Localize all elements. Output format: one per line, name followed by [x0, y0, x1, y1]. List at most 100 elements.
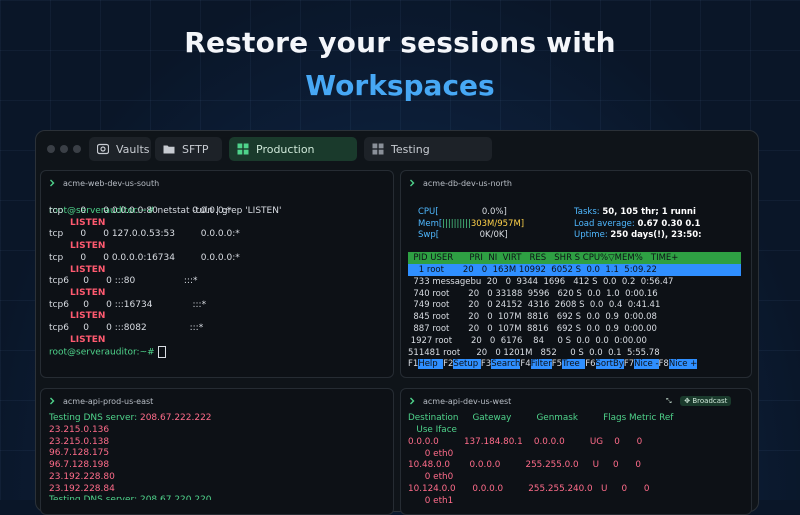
- grid-icon: [372, 143, 384, 155]
- htop-process-row[interactable]: 511481 root 20 0 1201M 852 0 S 0.0 0.1 5…: [408, 347, 741, 359]
- window-minimize-button[interactable]: [60, 145, 68, 153]
- route-header-line: Destination Gateway Genmask Flags Metric…: [408, 413, 674, 423]
- pane-title: acme-db-dev-us-north: [423, 179, 512, 188]
- uptime-label: Uptime:: [574, 230, 611, 241]
- htop-process-row[interactable]: 845 root 20 0 107M 8816 692 S 0.0 0.9 0:…: [408, 311, 741, 323]
- pane-title: acme-api-prod-us-east: [63, 397, 154, 406]
- route-iface: 0 eth1: [408, 495, 454, 506]
- fkey-number: F6: [585, 359, 596, 369]
- pane-header: acme-db-dev-us-north: [401, 171, 751, 193]
- tab-label: Vaults: [116, 142, 150, 156]
- netstat-row: tcp6 0 0 :::16734 :::*: [49, 299, 207, 310]
- netstat-row: tcp6 0 0 :::8082 :::*: [49, 323, 204, 333]
- dns-ip: 96.7.128.175: [49, 448, 110, 459]
- htop-meters: CPU[ 0.0%] Mem[||||||||||303M/957M] Swp[…: [418, 207, 524, 242]
- netstat-state: LISTEN: [70, 264, 106, 275]
- pane-header: acme-web-dev-us-south: [41, 171, 393, 193]
- dns-ip: 23.215.0.136: [49, 425, 110, 435]
- netstat-row: tcp6 0 0 :::80 :::*: [49, 276, 198, 287]
- htop-process-row[interactable]: 733 messagebu 20 0 9344 1696 412 S 0.0 0…: [408, 276, 741, 288]
- htop-process-row[interactable]: 740 root 20 0 33188 9596 620 S 0.0 1.0 0…: [408, 288, 741, 300]
- dns-ip: 23.192.228.84: [49, 483, 115, 494]
- folder-icon: [163, 145, 175, 154]
- htop-process-row[interactable]: 1 root 20 0 163M 10992 6052 S 0.0 1.1 5:…: [408, 264, 741, 276]
- tab-testing[interactable]: Testing: [364, 137, 492, 161]
- fkey-number: F5: [551, 359, 563, 369]
- netstat-row: tcp 0 0 127.0.0.53:53 0.0.0.0:*: [49, 229, 240, 240]
- tasks-label: Tasks:: [574, 207, 603, 217]
- mem-value: 303M/957M]: [470, 218, 525, 229]
- load-value: 0.67 0.30 0.1: [637, 218, 701, 229]
- htop-stats: Tasks: 50, 105 thr; 1 runni Load average…: [574, 207, 702, 242]
- route-row: 0.0.0.0 137.184.80.1 0.0.0.0 UG 0 0: [408, 437, 643, 447]
- terminal-icon: [50, 397, 55, 405]
- terminal-icon: [50, 179, 55, 187]
- route-iface: 0 eth0: [408, 448, 454, 459]
- collapse-icon[interactable]: ⤡: [666, 397, 676, 406]
- broadcast-icon: ✥: [684, 397, 691, 405]
- text-cursor: [157, 346, 166, 358]
- fkey-label[interactable]: SortBy: [595, 359, 624, 369]
- terminal-icon: [410, 179, 415, 187]
- netstat-row: tcp 0 0 0.0.0.0:16734 0.0.0.0:*: [49, 252, 240, 263]
- route-row: 10.124.0.0 0.0.0.0 255.255.240.0 U 0 0: [408, 483, 650, 494]
- dns-ip: 23.215.0.138: [49, 436, 110, 447]
- cpu-label: CPU[: [418, 207, 439, 217]
- htop-process-row[interactable]: 749 root 20 0 24152 4316 2608 S 0.0 0.4 …: [408, 299, 741, 311]
- htop-column-header[interactable]: PID USER PRI NI VIRT RES SHR S CPU%▽MEM%…: [408, 252, 741, 264]
- dns-server-value: 208.67.222.222: [139, 413, 212, 423]
- terminal-icon: [410, 397, 415, 405]
- fkey-label[interactable]: Filter: [530, 359, 552, 369]
- fkey-number: F1: [408, 359, 419, 369]
- route-iface: 0 eth0: [408, 472, 454, 483]
- vault-icon: [97, 143, 109, 155]
- fkey-label[interactable]: Help: [418, 359, 444, 369]
- window-zoom-button[interactable]: [73, 145, 81, 153]
- terminal-final-line: root@serverauditor:~#: [49, 346, 166, 359]
- broadcast-button[interactable]: ✥ Broadcast: [680, 396, 732, 406]
- route-header: Destination Gateway Genmask Flags Metric…: [408, 413, 673, 436]
- tab-label: SFTP: [182, 142, 209, 156]
- dns-ip: 23.192.228.80: [49, 471, 115, 482]
- fkey-number: F2: [443, 359, 454, 369]
- fkey-number: F3: [480, 359, 492, 369]
- tab-production[interactable]: Production: [229, 137, 357, 161]
- tab-label: Production: [256, 142, 315, 156]
- netstat-state: LISTEN: [70, 334, 106, 345]
- tab-vaults[interactable]: Vaults: [89, 137, 151, 161]
- netstat-state: LISTEN: [70, 311, 106, 322]
- pane-header: acme-api-prod-us-east: [41, 389, 393, 411]
- fkey-number: F8: [658, 359, 669, 369]
- netstat-state: LISTEN: [70, 287, 106, 298]
- hero-headline: Restore your sessions with: [184, 26, 616, 59]
- netstat-state: LISTEN: [70, 217, 106, 228]
- tab-label: Testing: [391, 142, 430, 156]
- hero: Restore your sessions with Workspaces: [0, 26, 800, 102]
- mem-label: Mem[: [418, 218, 443, 229]
- shell-prompt: root@serverauditor:~#: [49, 347, 158, 358]
- swp-value: 0K/0K]: [479, 230, 508, 241]
- broadcast-controls: ⤡ ✥ Broadcast: [666, 396, 732, 406]
- fkey-number: F7: [623, 359, 635, 369]
- dns-cut-line: Testing DNS server: 208.67.220.220: [49, 495, 212, 500]
- fkey-label[interactable]: Tree: [562, 359, 586, 369]
- broadcast-label: Broadcast: [692, 397, 728, 405]
- fkey-label[interactable]: Search: [491, 359, 521, 369]
- htop-process-row[interactable]: 887 root 20 0 107M 8816 692 S 0.0 0.9 0:…: [408, 323, 741, 335]
- fkey-label[interactable]: Nice -: [634, 359, 659, 369]
- htop-function-keys: F1Help F2Setup F3SearchF4FilterF5Tree F6…: [408, 358, 741, 370]
- hero-highlight: Workspaces: [305, 69, 495, 102]
- pane-title: acme-web-dev-us-south: [63, 179, 160, 188]
- dns-server-label: Testing DNS server:: [49, 413, 140, 423]
- uptime-value: 250 days(!), 23:50:: [610, 230, 702, 241]
- cpu-value: 0.0%]: [481, 207, 507, 217]
- fkey-label[interactable]: Setup: [453, 359, 481, 369]
- window-close-button[interactable]: [47, 145, 55, 153]
- dns-output: Testing DNS server: 208.67.222.222: [49, 413, 212, 425]
- fkey-label[interactable]: Nice +: [668, 359, 698, 369]
- tab-sftp[interactable]: SFTP: [155, 137, 222, 161]
- mem-bars: ||||||||||: [442, 218, 471, 229]
- load-label: Load average:: [574, 218, 638, 229]
- route-row: 10.48.0.0 0.0.0.0 255.255.0.0 U 0 0: [408, 460, 642, 471]
- htop-process-row[interactable]: 1927 root 20 0 6176 84 0 S 0.0 0.0 0:00.…: [408, 335, 741, 347]
